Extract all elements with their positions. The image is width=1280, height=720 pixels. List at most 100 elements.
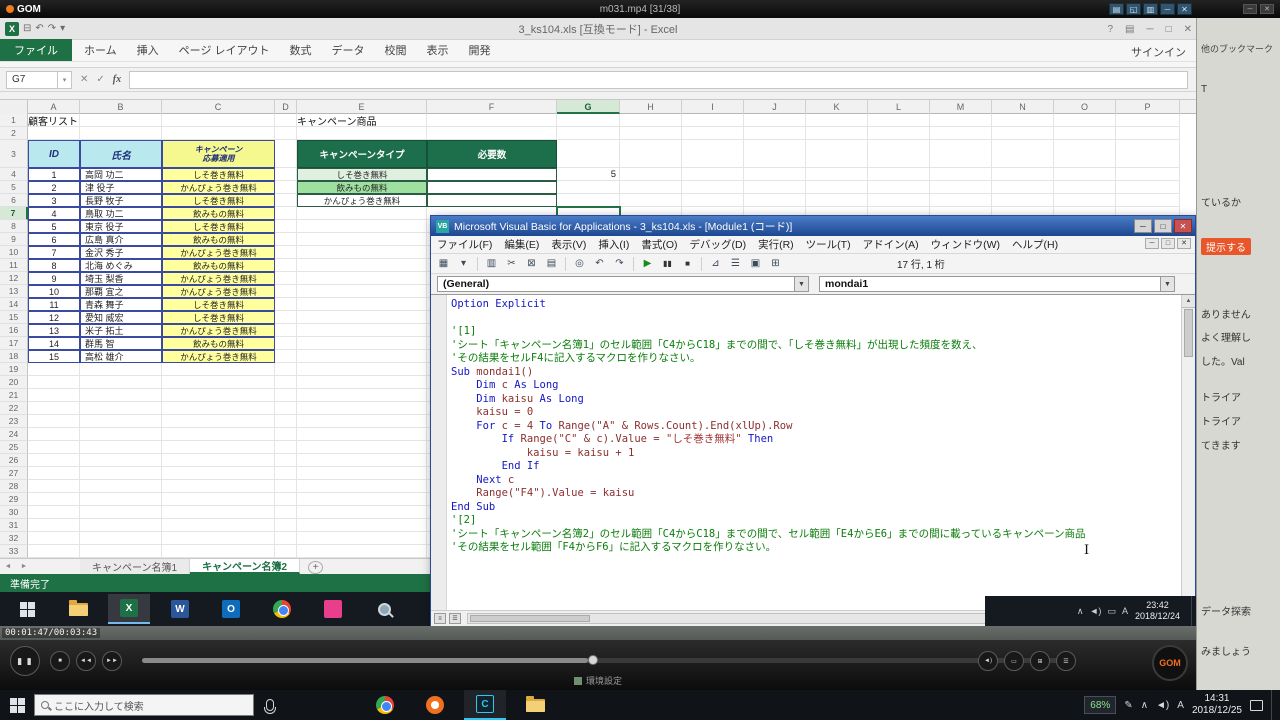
show-desktop-button[interactable] — [1271, 690, 1276, 720]
code-text[interactable]: Option Explicit '[1]'シート「キャンペーン名簿1」のセル範囲… — [451, 298, 1179, 555]
video-taskbar-media[interactable] — [312, 594, 354, 624]
cell-K4[interactable] — [806, 168, 868, 181]
cell-E20[interactable] — [297, 376, 427, 389]
cell-B7[interactable]: 鳥取 功二 — [80, 207, 162, 220]
cell-C25[interactable] — [162, 441, 275, 454]
taskbar-appc[interactable]: C — [464, 690, 506, 720]
code-line-17[interactable]: '[2] — [451, 514, 1179, 528]
vba-menu-6[interactable]: 実行(R) — [752, 237, 800, 252]
cell-E1[interactable]: キャンペーン商品 — [297, 114, 427, 127]
cell-D20[interactable] — [275, 376, 297, 389]
row-header-23[interactable]: 23 — [0, 415, 28, 428]
row-header-3[interactable]: 3 — [0, 140, 28, 168]
column-header-D[interactable]: D — [275, 100, 297, 114]
close-icon[interactable]: ✕ — [1184, 24, 1192, 35]
cell-A31[interactable] — [28, 519, 80, 532]
cell-B9[interactable]: 広島 真介 — [80, 233, 162, 246]
ribbon-tab-5[interactable]: データ — [322, 39, 375, 61]
taskbar-gom[interactable] — [414, 690, 456, 720]
row-header-32[interactable]: 32 — [0, 532, 28, 545]
cell-A21[interactable] — [28, 389, 80, 402]
cell-D13[interactable] — [275, 285, 297, 298]
cell-C17[interactable]: 飲みもの無料 — [162, 337, 275, 350]
code-line-19[interactable]: 'その結果をセル範囲「F4からF6」に記入するマクロを作りなさい。 — [451, 541, 1179, 555]
cell-E17[interactable] — [297, 337, 427, 350]
procedure-dropdown-arrow-icon[interactable]: ▼ — [1160, 277, 1174, 291]
object-dropdown[interactable]: (General) ▼ — [437, 276, 809, 292]
column-header-F[interactable]: F — [427, 100, 557, 114]
vba-menu-2[interactable]: 表示(V) — [545, 237, 592, 252]
cell-H3[interactable] — [620, 140, 682, 168]
cell-D23[interactable] — [275, 415, 297, 428]
cell-D15[interactable] — [275, 311, 297, 324]
row-header-28[interactable]: 28 — [0, 480, 28, 493]
cell-N4[interactable] — [992, 168, 1054, 181]
cell-A33[interactable] — [28, 545, 80, 558]
cell-P2[interactable] — [1116, 127, 1180, 140]
cell-D25[interactable] — [275, 441, 297, 454]
cell-B18[interactable]: 高松 雄介 — [80, 350, 162, 363]
cell-G2[interactable] — [557, 127, 620, 140]
cell-C20[interactable] — [162, 376, 275, 389]
ribbon-tab-7[interactable]: 表示 — [417, 39, 459, 61]
cell-A25[interactable] — [28, 441, 80, 454]
cell-L2[interactable] — [868, 127, 930, 140]
cell-C13[interactable]: かんぴょう巻き無料 — [162, 285, 275, 298]
side-button[interactable]: 提示する — [1201, 238, 1251, 255]
row-header-10[interactable]: 10 — [0, 246, 28, 259]
cell-A7[interactable]: 4 — [28, 207, 80, 220]
notification-center-icon[interactable] — [1250, 700, 1263, 711]
help-icon[interactable]: ? — [1107, 24, 1113, 35]
taskbar-chrome[interactable] — [364, 690, 406, 720]
sheet-scroll-right-icon[interactable]: ► — [16, 559, 32, 574]
row-header-18[interactable]: 18 — [0, 350, 28, 363]
cell-A2[interactable] — [28, 127, 80, 140]
row-header-8[interactable]: 8 — [0, 220, 28, 233]
scroll-up-icon[interactable]: ▲ — [1182, 295, 1195, 308]
cell-E24[interactable] — [297, 428, 427, 441]
cell-D12[interactable] — [275, 272, 297, 285]
cell-C10[interactable]: かんぴょう巻き無料 — [162, 246, 275, 259]
cell-O6[interactable] — [1054, 194, 1116, 207]
cell-B22[interactable] — [80, 402, 162, 415]
cell-D18[interactable] — [275, 350, 297, 363]
cell-M2[interactable] — [930, 127, 992, 140]
cell-C7[interactable]: 飲みもの無料 — [162, 207, 275, 220]
cell-E16[interactable] — [297, 324, 427, 337]
vba-toolbar-icon-2[interactable]: ▥ — [483, 256, 500, 272]
cell-M6[interactable] — [930, 194, 992, 207]
select-all-corner[interactable] — [0, 100, 28, 114]
cell-E14[interactable] — [297, 298, 427, 311]
video-taskbar-start[interactable] — [6, 594, 48, 624]
cell-B6[interactable]: 長野 牧子 — [80, 194, 162, 207]
cell-A24[interactable] — [28, 428, 80, 441]
cell-D16[interactable] — [275, 324, 297, 337]
name-box[interactable]: G7 — [6, 71, 58, 89]
cell-A16[interactable]: 13 — [28, 324, 80, 337]
code-line-2[interactable] — [451, 312, 1179, 326]
cell-E27[interactable] — [297, 467, 427, 480]
hscroll-thumb[interactable] — [470, 615, 590, 622]
cell-D3[interactable] — [275, 140, 297, 168]
cell-B28[interactable] — [80, 480, 162, 493]
formula-cancel-icon[interactable]: ✕ — [80, 74, 88, 85]
taskbar-search[interactable]: ここに入力して検索 — [34, 694, 254, 716]
cell-D32[interactable] — [275, 532, 297, 545]
cell-A30[interactable] — [28, 506, 80, 519]
cell-D6[interactable] — [275, 194, 297, 207]
cell-L1[interactable] — [868, 114, 930, 127]
video-tray-icon-1[interactable]: ◄) — [1090, 606, 1102, 617]
cell-B15[interactable]: 愛知 威宏 — [80, 311, 162, 324]
ribbon-tab-3[interactable]: ページ レイアウト — [169, 39, 280, 61]
vba-menu-1[interactable]: 編集(E) — [498, 237, 545, 252]
procedure-view-icon[interactable]: ≡ — [434, 613, 446, 624]
cell-E31[interactable] — [297, 519, 427, 532]
cell-E28[interactable] — [297, 480, 427, 493]
cell-D31[interactable] — [275, 519, 297, 532]
vba-toolbar-icon-0[interactable]: ▦ — [435, 256, 452, 272]
vba-menu-3[interactable]: 挿入(I) — [592, 237, 635, 252]
vba-menu-7[interactable]: ツール(T) — [800, 237, 857, 252]
cell-G1[interactable] — [557, 114, 620, 127]
code-line-16[interactable]: End Sub — [451, 501, 1179, 515]
vba-minimize-icon[interactable]: ─ — [1134, 219, 1152, 233]
